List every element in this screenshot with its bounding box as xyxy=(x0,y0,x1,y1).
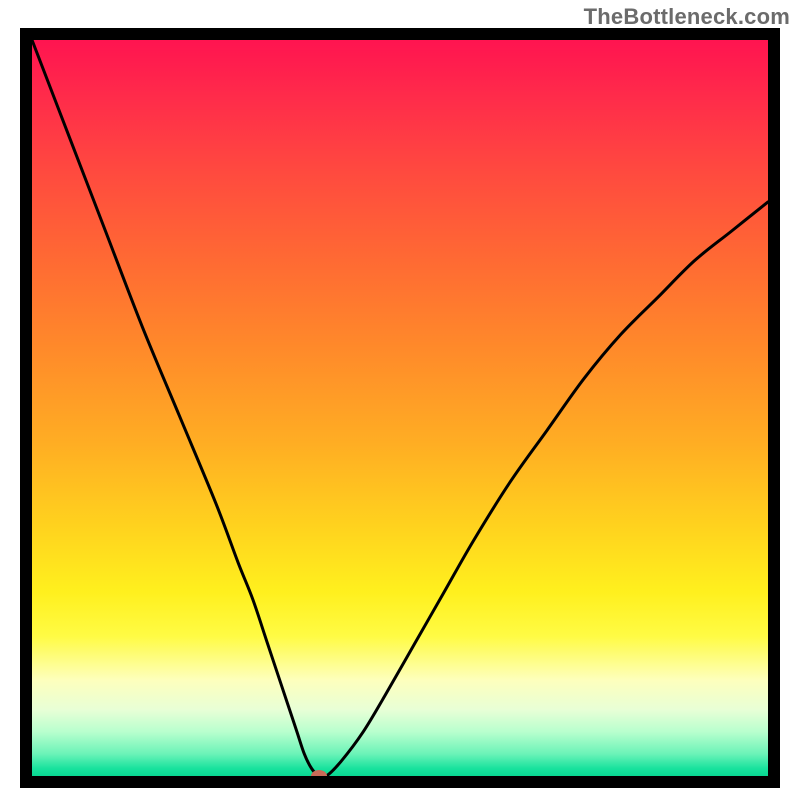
chart-svg xyxy=(32,40,768,776)
watermark-text: TheBottleneck.com xyxy=(584,4,790,30)
chart-stage: TheBottleneck.com xyxy=(0,0,800,800)
bottleneck-curve-path xyxy=(32,40,768,776)
plot-frame xyxy=(20,28,780,788)
